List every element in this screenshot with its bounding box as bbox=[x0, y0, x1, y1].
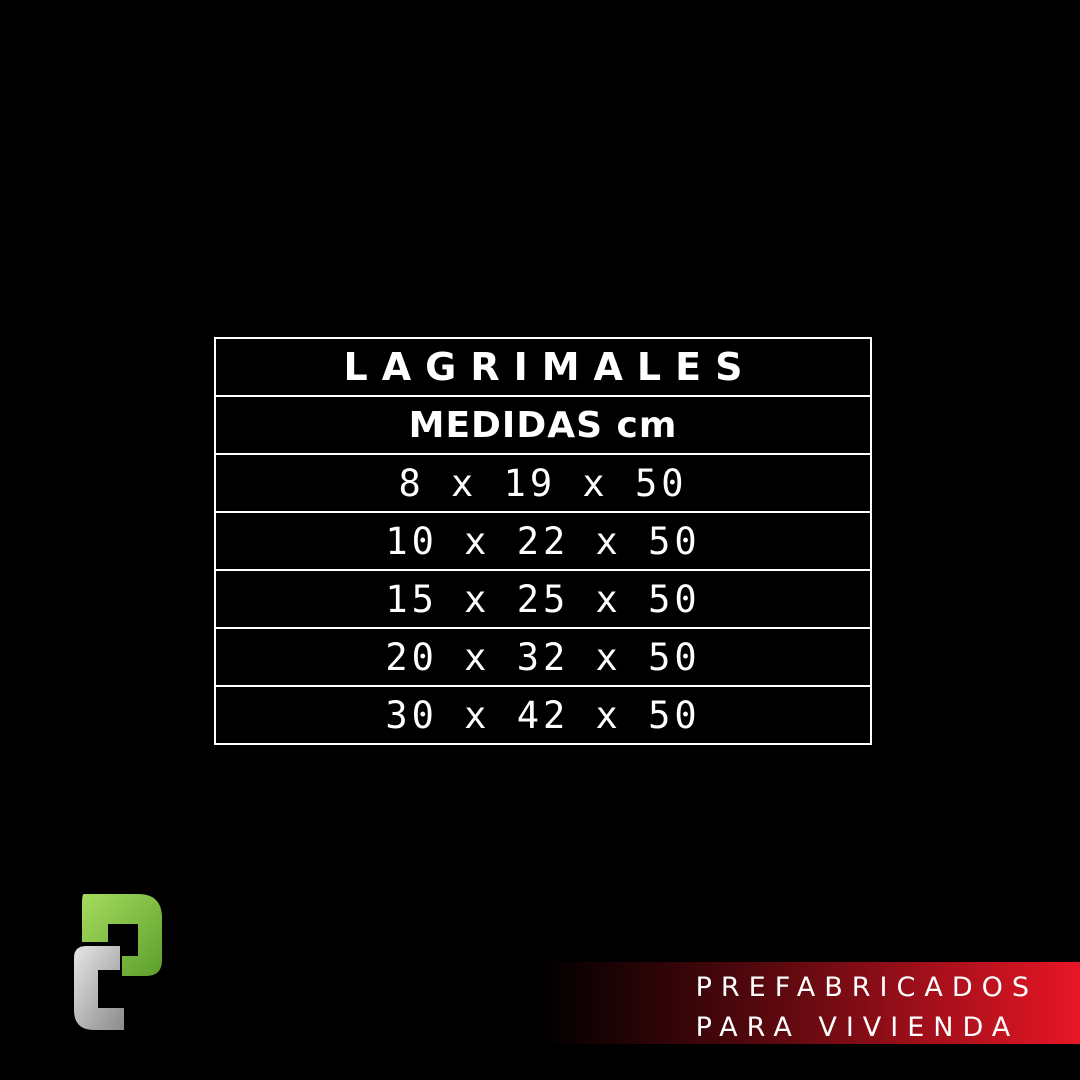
table-row: 30 x 42 x 50 bbox=[385, 693, 701, 737]
tagline-banner: PREFABRICADOS PARA VIVIENDA bbox=[540, 962, 1080, 1044]
poster: LAGRIMALES MEDIDAS cm 8 x 19 x 50 10 x 2… bbox=[0, 0, 1080, 1080]
sizes-table: LAGRIMALES MEDIDAS cm 8 x 19 x 50 10 x 2… bbox=[214, 337, 872, 745]
tagline-line-2: PARA VIVIENDA bbox=[695, 1012, 1020, 1043]
table-row: 8 x 19 x 50 bbox=[216, 455, 870, 513]
table-row: 10 x 22 x 50 bbox=[216, 513, 870, 571]
table-row: 20 x 32 x 50 bbox=[216, 629, 870, 687]
table-subtitle: MEDIDAS cm bbox=[216, 397, 870, 455]
table-title: LAGRIMALES bbox=[216, 339, 870, 397]
tagline-line-1: PREFABRICADOS bbox=[695, 972, 1038, 1003]
company-logo-icon bbox=[74, 894, 162, 1030]
table-row: 15 x 25 x 50 bbox=[216, 571, 870, 629]
tagline: PREFABRICADOS PARA VIVIENDA bbox=[696, 968, 1038, 1048]
